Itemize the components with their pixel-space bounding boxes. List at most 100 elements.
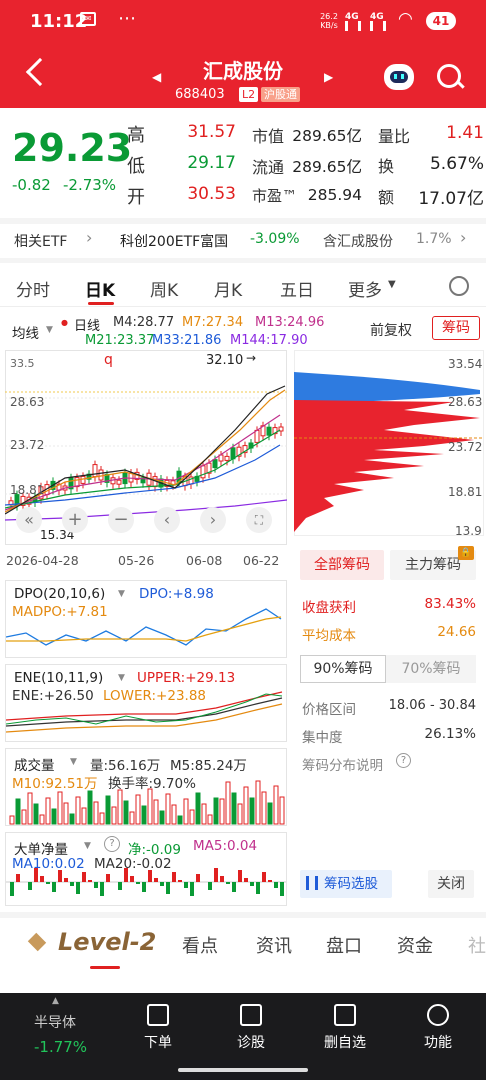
tab-capital[interactable]: 资金	[397, 932, 433, 958]
bigorder-bar	[124, 868, 128, 882]
volume-title[interactable]: 成交量	[14, 754, 55, 774]
chevron-up-icon: ▲	[52, 996, 59, 1006]
settings-icon[interactable]	[449, 276, 469, 296]
bigorder-bar	[10, 882, 14, 896]
scroll-left-icon[interactable]: «	[16, 507, 42, 533]
candle-body	[80, 475, 86, 484]
function-button[interactable]: 功能	[408, 1032, 468, 1052]
volume-bar	[27, 792, 33, 825]
volume-bar	[111, 806, 117, 825]
tab-90-chips[interactable]: 90%筹码	[300, 655, 386, 683]
volume-bar	[33, 803, 39, 825]
left-top-price: 33.5	[10, 357, 35, 370]
tab-70-chips[interactable]: 70%筹码	[386, 655, 476, 683]
divider	[0, 912, 486, 918]
volume-bar	[21, 809, 27, 825]
bigorder-bar	[88, 880, 92, 882]
chips-desc-link[interactable]: 筹码分布说明	[302, 754, 383, 774]
ene-chart	[6, 691, 283, 733]
etf-name[interactable]: 科创200ETF富国	[120, 231, 228, 251]
next-icon[interactable]: ›	[200, 507, 226, 533]
bigorder-title[interactable]: 大单净量	[14, 838, 68, 858]
tab-weekly-k[interactable]: 周K	[150, 276, 178, 301]
volume-bar	[105, 795, 111, 825]
bigorder-bar	[58, 870, 62, 882]
adjust-selector[interactable]: 前复权	[370, 320, 412, 340]
zoom-out-icon[interactable]: −	[108, 507, 134, 533]
bigorder-bar	[160, 882, 164, 886]
last-price: 29.23	[12, 126, 133, 170]
signal-icon	[345, 21, 361, 31]
bigorder-bar	[244, 878, 248, 882]
bigorder-bar	[64, 878, 68, 882]
low-value: 29.17	[187, 153, 236, 173]
tab-news[interactable]: 资讯	[256, 932, 292, 958]
help-icon[interactable]: ?	[396, 753, 411, 768]
turnover-value: 5.67%	[429, 154, 484, 174]
volume-bar	[177, 815, 183, 825]
bigorder-bar	[184, 882, 188, 888]
y-tick-1: 28.63	[10, 395, 45, 409]
tab-highlights[interactable]: 看点	[182, 932, 218, 958]
bigorder-bar	[118, 882, 122, 890]
diagnose-icon[interactable]	[240, 1004, 262, 1026]
volume-bar	[243, 786, 249, 825]
tab-five-day[interactable]: 五日	[280, 276, 314, 301]
robot-assistant-icon[interactable]	[384, 64, 414, 90]
bigorder-bar	[178, 880, 182, 882]
volume-bar	[93, 801, 99, 825]
notify-icon: ✉	[80, 12, 96, 26]
tab-level2[interactable]: Level-2	[58, 928, 156, 956]
candle-body	[266, 426, 272, 436]
function-menu-icon[interactable]	[427, 1004, 449, 1026]
volume-bar	[249, 797, 255, 825]
dpo-title[interactable]: DPO(20,10,6)	[14, 586, 105, 602]
remove-watchlist-button[interactable]: 删自选	[315, 1032, 375, 1052]
volume-bar	[267, 802, 273, 825]
sector-name[interactable]: 半导体	[34, 1012, 76, 1032]
divider	[0, 306, 486, 307]
tab-intraday[interactable]: 分时	[16, 276, 50, 301]
ene-upper: UPPER:+29.13	[137, 670, 236, 686]
tab-community[interactable]: 社	[468, 932, 486, 958]
prev-icon[interactable]: ‹	[154, 507, 180, 533]
fullscreen-icon[interactable]: ⛶	[246, 507, 272, 533]
tab-all-chips[interactable]: 全部筹码	[300, 550, 384, 580]
candle-body	[212, 459, 218, 469]
ma-selector[interactable]: 均线	[12, 322, 39, 342]
volume-value: 量:56.16万	[90, 758, 161, 774]
divider	[0, 218, 486, 224]
open-label: 开	[127, 187, 145, 208]
price-change: -0.82	[12, 176, 51, 194]
chip-tick: 28.63	[448, 395, 483, 409]
tab-orderbook[interactable]: 盘口	[326, 932, 362, 958]
zoom-in-icon[interactable]: +	[62, 507, 88, 533]
next-stock-icon[interactable]: ▶	[324, 70, 333, 84]
ma13: M13:24.96	[255, 315, 325, 330]
range-label: 价格区间	[302, 702, 356, 718]
remove-watchlist-icon[interactable]	[334, 1004, 356, 1026]
bigorder-bar	[148, 870, 152, 882]
conc-label: 集中度	[302, 730, 343, 746]
help-icon[interactable]: ?	[104, 836, 120, 852]
candle-body	[92, 464, 98, 478]
ma144: M144:17.90	[230, 333, 308, 348]
tab-monthly-k[interactable]: 月K	[214, 276, 242, 301]
etf-hold-label: 含汇成股份	[323, 234, 393, 250]
ene-title[interactable]: ENE(10,11,9)	[14, 670, 103, 686]
diagnose-button[interactable]: 诊股	[221, 1032, 281, 1052]
bigorder-bar	[262, 872, 266, 882]
chips-toggle-button[interactable]: 筹码	[432, 316, 480, 340]
order-button[interactable]: 下单	[128, 1032, 188, 1052]
conc-value: 26.13%	[424, 726, 476, 742]
tab-more[interactable]: 更多	[348, 276, 382, 301]
order-icon[interactable]	[147, 1004, 169, 1026]
volume-bar	[273, 785, 279, 825]
volume-bar	[69, 813, 75, 825]
close-chips-button[interactable]: 关闭	[428, 870, 474, 898]
volume-bar	[81, 807, 87, 825]
tab-daily-k[interactable]: 日K	[85, 276, 115, 301]
chart-bars-icon	[306, 876, 318, 890]
etf-row[interactable]: 相关ETF › 科创200ETF富国 -3.09% 含汇成股份 1.7% ›	[0, 226, 486, 254]
bigorder-bar	[274, 882, 278, 888]
